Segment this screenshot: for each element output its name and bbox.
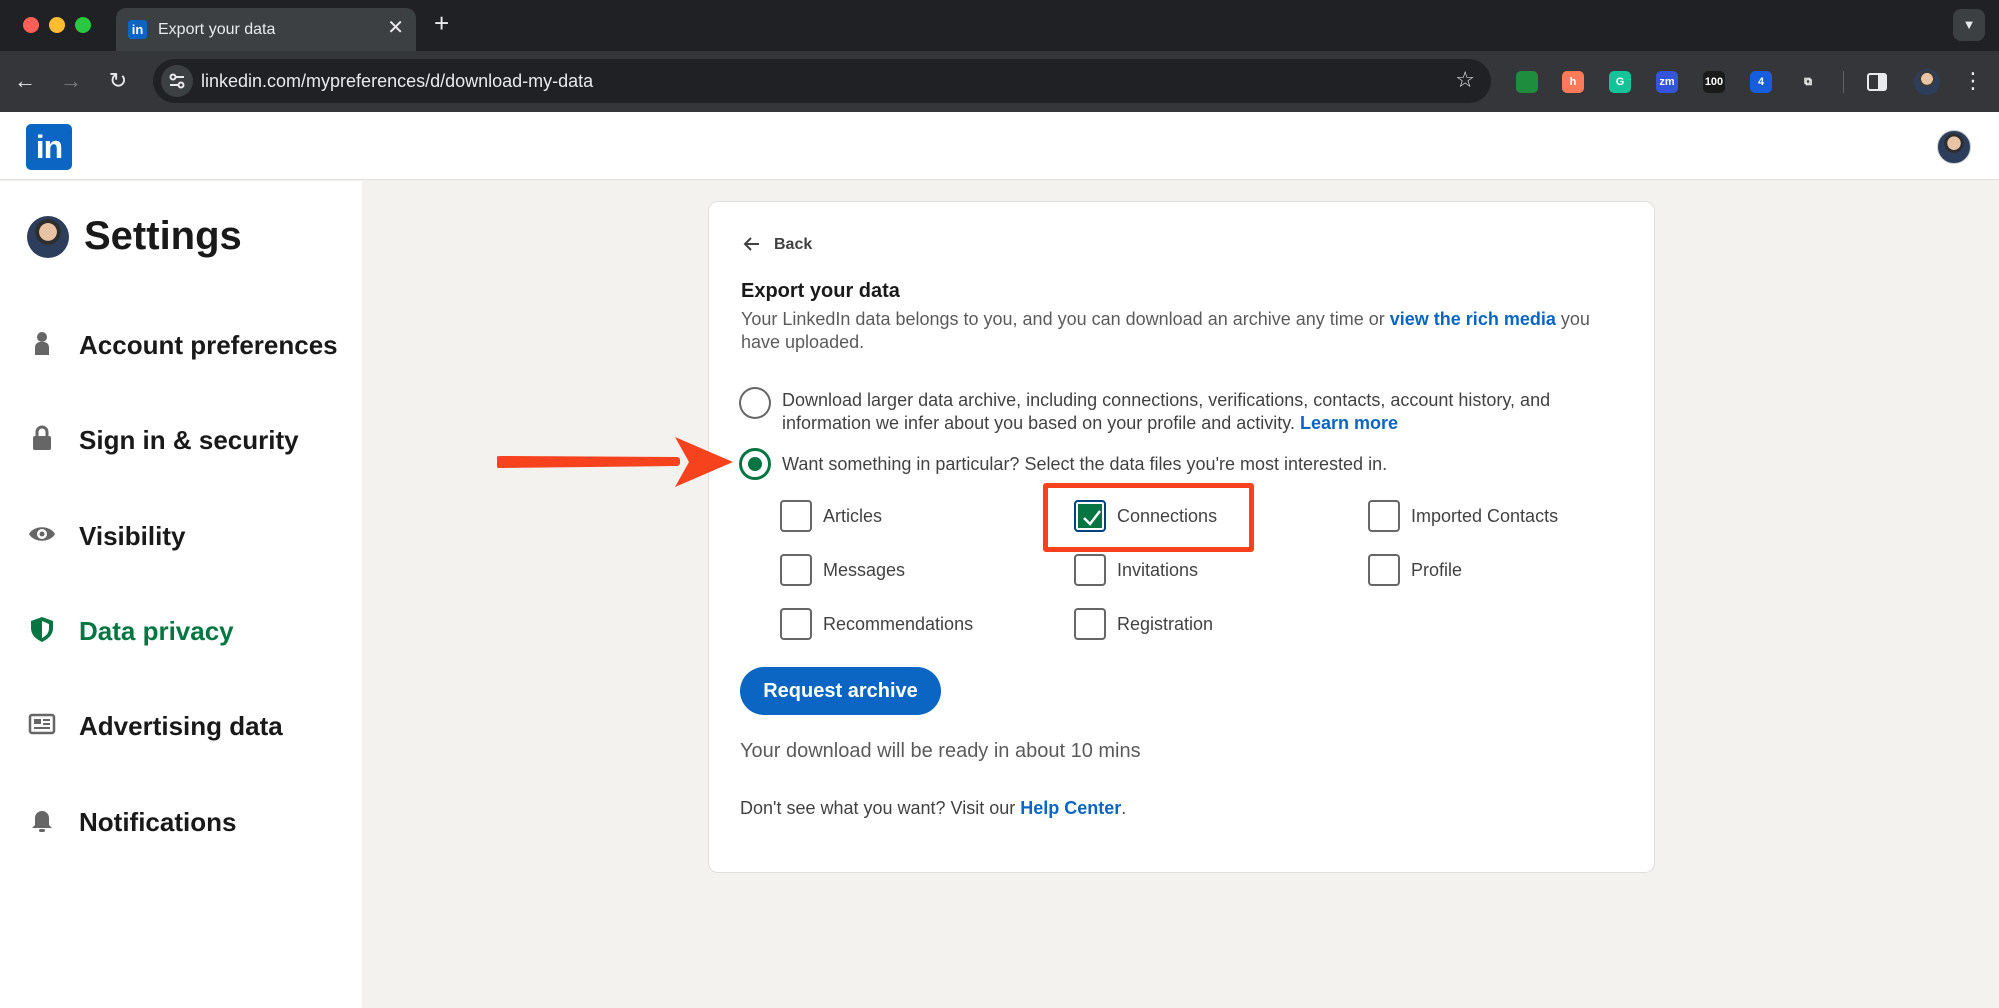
section-description: Your LinkedIn data belongs to you, and y… xyxy=(741,308,1621,354)
learn-more-link[interactable]: Learn more xyxy=(1300,413,1398,433)
sidebar-item-data-privacy[interactable]: Data privacy xyxy=(28,609,348,649)
checkbox-box[interactable] xyxy=(780,554,812,586)
annotation-arrow-icon xyxy=(497,437,733,487)
header-avatar[interactable] xyxy=(1937,130,1971,164)
browser-menu-icon[interactable]: ⋮ xyxy=(1962,66,1984,96)
checkbox-label: Messages xyxy=(823,560,906,580)
sidebar-item-label: Visibility xyxy=(79,521,186,551)
radio-full-archive-label: Download larger data archive, including … xyxy=(782,389,1632,435)
help-center-link[interactable]: Help Center xyxy=(1020,798,1121,818)
sidebar-item-notifications[interactable]: Notifications xyxy=(28,800,348,840)
checkbox-label: Articles xyxy=(823,506,883,526)
sidebar-item-label: Data privacy xyxy=(79,616,234,646)
newspaper-icon xyxy=(28,713,56,735)
annotation-highlight-box xyxy=(1043,483,1254,552)
checkbox-label: Invitations xyxy=(1117,560,1199,580)
person-icon xyxy=(35,332,49,355)
zoominfo-extension-icon[interactable]: zm xyxy=(1656,71,1678,93)
bookmark-star-icon[interactable]: ☆ xyxy=(1455,67,1475,93)
toolbar-divider xyxy=(1843,71,1844,93)
shield-icon xyxy=(31,617,53,642)
arrow-left-icon xyxy=(743,237,759,251)
request-archive-button[interactable]: Request archive xyxy=(740,667,941,715)
reload-icon[interactable]: ↻ xyxy=(102,65,134,97)
window-maximize-button[interactable] xyxy=(75,17,91,33)
browser-tab-bar: in Export your data ✕ + ▼ xyxy=(0,0,1999,51)
browser-profile-avatar[interactable] xyxy=(1914,69,1940,95)
back-arrow-icon[interactable]: ← xyxy=(9,65,41,97)
site-settings-icon[interactable] xyxy=(161,65,193,97)
lock-icon xyxy=(33,425,51,450)
settings-sidebar: Settings Account preferences Sign in & s… xyxy=(0,181,362,1008)
checkbox-box[interactable] xyxy=(1074,608,1106,640)
page-title: Settings xyxy=(84,214,242,258)
bitwarden-extension-icon[interactable]: 4 xyxy=(1750,71,1772,93)
sidebar-item-visibility[interactable]: Visibility xyxy=(28,514,348,554)
back-label: Back xyxy=(774,236,813,253)
forward-arrow-icon[interactable]: → xyxy=(55,65,87,97)
hubspot-extension-icon[interactable]: h xyxy=(1562,71,1584,93)
checkbox-label: Recommendations xyxy=(823,614,974,634)
ready-status-text: Your download will be ready in about 10 … xyxy=(740,740,1141,762)
new-tab-icon[interactable]: + xyxy=(434,10,449,36)
sidebar-item-label: Sign in & security xyxy=(79,425,299,455)
checkbox-box[interactable] xyxy=(780,608,812,640)
radio-full-archive[interactable] xyxy=(739,387,771,419)
radio-particular-files-label: Want something in particular? Select the… xyxy=(782,454,1388,474)
browser-toolbar: ← → ↻ linkedin.com/mypreferences/d/downl… xyxy=(0,51,1999,112)
window-close-button[interactable] xyxy=(23,17,39,33)
checkbox-box[interactable] xyxy=(780,500,812,532)
sidebar-item-label: Notifications xyxy=(79,807,237,837)
linkedin-header: in xyxy=(0,112,1999,180)
browser-tab-active[interactable]: in Export your data ✕ xyxy=(116,8,416,51)
tab-title: Export your data xyxy=(158,21,276,38)
sidebar-item-advertising-data[interactable]: Advertising data xyxy=(28,704,348,744)
checkbox-label: Registration xyxy=(1117,614,1214,634)
help-text: Don't see what you want? Visit our Help … xyxy=(740,798,1126,819)
checkbox-box[interactable] xyxy=(1368,554,1400,586)
tab-search-chevron-down-icon[interactable]: ▼ xyxy=(1953,9,1985,41)
google-drive-extension-icon[interactable] xyxy=(1516,71,1538,93)
help-suffix: . xyxy=(1121,798,1127,818)
tab-close-icon[interactable]: ✕ xyxy=(387,18,404,38)
sidebar-item-label: Advertising data xyxy=(79,711,283,741)
url-text: linkedin.com/mypreferences/d/download-my… xyxy=(201,71,594,91)
description-text: Your LinkedIn data belongs to you, and y… xyxy=(741,309,1390,329)
side-panel-icon[interactable] xyxy=(1866,71,1888,93)
grammarly-extension-icon[interactable]: G xyxy=(1609,71,1631,93)
sidebar-item-sign-in-security[interactable]: Sign in & security xyxy=(28,418,348,458)
checkbox-box[interactable] xyxy=(1074,554,1106,586)
help-prefix: Don't see what you want? Visit our xyxy=(740,798,1021,818)
full-archive-text: Download larger data archive, including … xyxy=(782,390,1551,433)
section-title: Export your data xyxy=(741,280,900,302)
bell-icon xyxy=(32,811,52,832)
extensions-puzzle-icon[interactable]: ⧉ xyxy=(1797,71,1819,93)
avatar xyxy=(27,216,69,258)
sidebar-item-account-preferences[interactable]: Account preferences xyxy=(28,323,348,363)
address-bar[interactable]: linkedin.com/mypreferences/d/download-my… xyxy=(153,59,1491,103)
radio-particular-files[interactable] xyxy=(739,448,771,480)
checkbox-label: Profile xyxy=(1411,560,1463,580)
checkbox-box[interactable] xyxy=(1368,500,1400,532)
eye-icon xyxy=(29,527,55,541)
sidebar-item-label: Account preferences xyxy=(79,330,338,360)
linkedin-favicon-icon: in xyxy=(128,20,147,39)
linkedin-logo[interactable]: in xyxy=(26,124,72,170)
window-minimize-button[interactable] xyxy=(49,17,65,33)
100-extension-icon[interactable]: 100 xyxy=(1703,71,1725,93)
checkbox-label: Imported Contacts xyxy=(1411,506,1559,526)
view-rich-media-link[interactable]: view the rich media xyxy=(1390,309,1556,329)
